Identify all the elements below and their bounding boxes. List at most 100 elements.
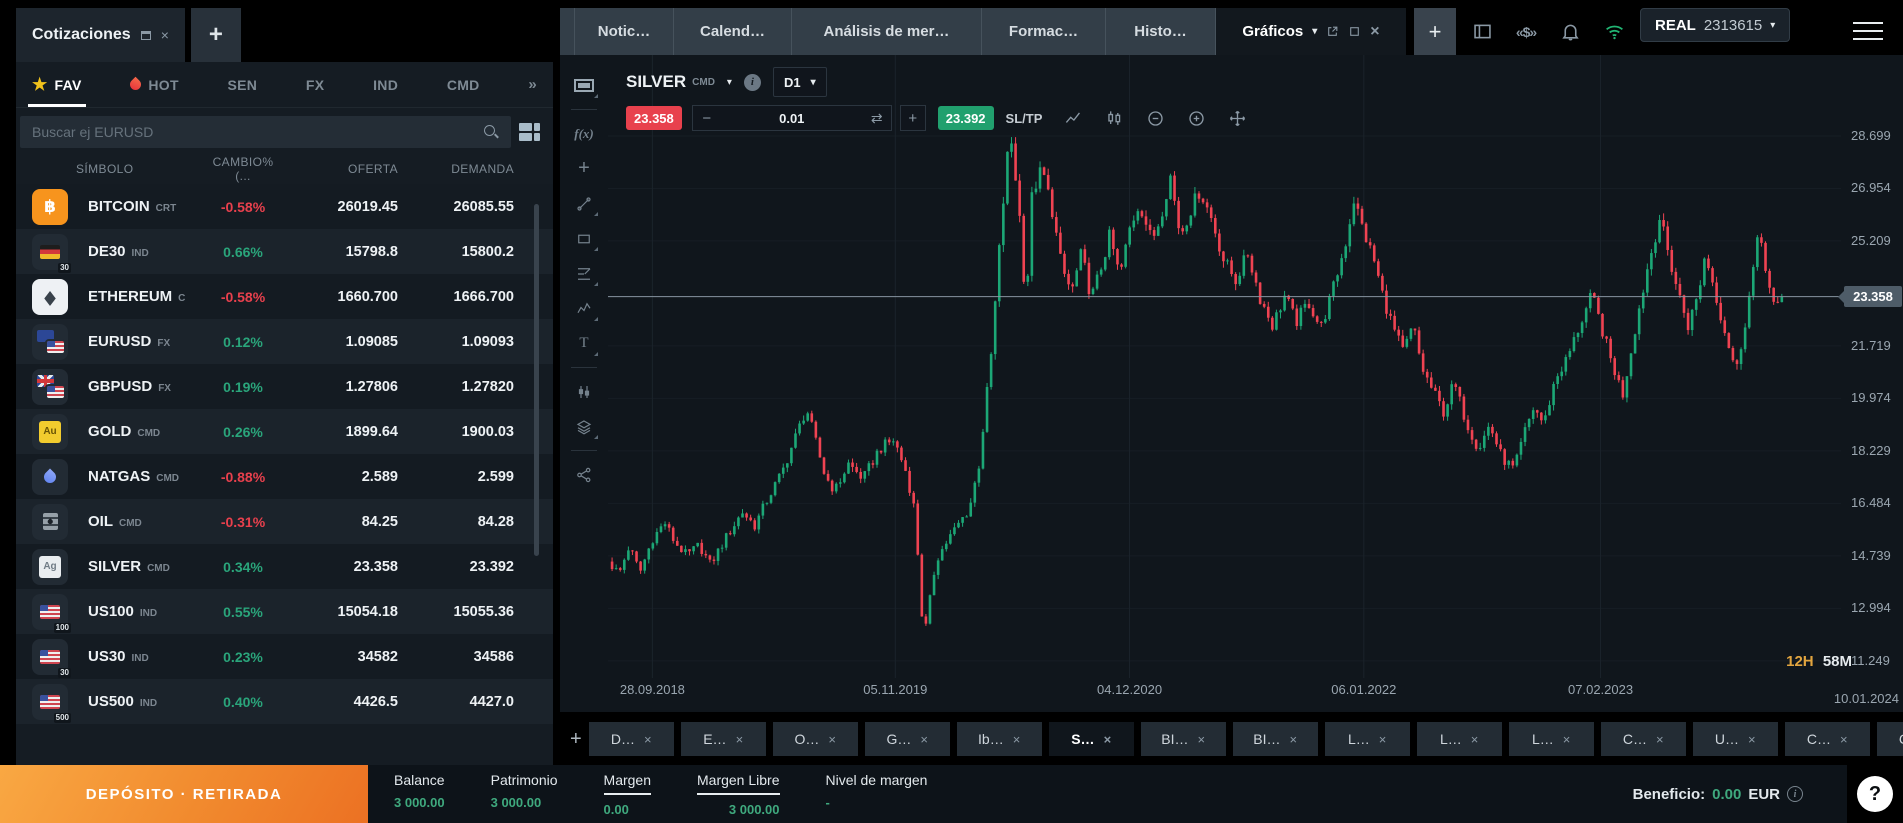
close-icon[interactable]: × [1379,732,1387,747]
quote-row-bitcoin[interactable]: ฿BITCOINCRT-0.58%26019.4526085.55 [16,184,553,229]
quote-row-natgas[interactable]: NATGASCMD-0.88%2.5892.599 [16,454,553,499]
bid-price[interactable]: 1899.64 [280,424,406,440]
ask-price[interactable]: 1.09093 [406,334,522,350]
chart-tab-10[interactable]: L…× [1509,722,1594,756]
trend-line-icon[interactable] [567,187,601,220]
volume-increase-button[interactable]: + [900,105,926,131]
watchlist-tab-fav[interactable]: ★FAV [32,62,82,107]
timeframe-select[interactable]: D1 ▾ [773,67,827,97]
ask-price[interactable]: 1666.700 [406,289,522,305]
quotes-window-tab[interactable]: Cotizaciones × [16,8,185,62]
watchlist-tab-cmd[interactable]: CMD [447,62,480,107]
chart-tab-9[interactable]: L…× [1417,722,1502,756]
close-icon[interactable]: × [1471,732,1479,747]
tab-graficos[interactable]: Gráficos ▾ × [1216,8,1406,55]
sltp-button[interactable]: SL/TP [1006,111,1043,126]
quote-row-gbpusd[interactable]: GBPUSDFX0.19%1.278061.27820 [16,364,553,409]
tab-anlisisdemer[interactable]: Análisis de mer… [792,8,982,55]
popout-icon[interactable] [1326,25,1339,38]
deposit-withdraw-button[interactable]: DEPÓSITO · RETIRADA [0,765,368,823]
buy-button[interactable]: 23.392 [938,106,994,130]
bid-price[interactable]: 1.09085 [280,334,406,350]
volume-decrease-button[interactable]: − [693,110,721,127]
quote-row-ethereum[interactable]: ◆ETHEREUMC-0.58%1660.7001666.700 [16,274,553,319]
ask-price[interactable]: 26085.55 [406,199,522,215]
instrument-info-icon[interactable]: i [744,74,761,91]
close-icon[interactable]: × [1748,732,1756,747]
bid-price[interactable]: 15054.18 [280,604,406,620]
watchlist-tab-more[interactable]: » [528,62,537,107]
chart-style-icon[interactable] [567,69,601,102]
ask-price[interactable]: 1900.03 [406,424,522,440]
tab-notic[interactable]: Notic… [574,8,674,55]
quotes-scrollbar[interactable] [534,204,539,556]
chart-tab-5[interactable]: S…× [1049,722,1134,756]
grid-view-icon[interactable] [519,123,541,141]
bid-price[interactable]: 15798.8 [280,244,406,260]
layers-icon[interactable] [567,410,601,443]
close-icon[interactable]: × [1370,23,1379,41]
account-selector[interactable]: REAL 2313615 ▾ [1640,8,1790,42]
tab-histo[interactable]: Histo… [1106,8,1216,55]
ask-price[interactable]: 2.599 [406,469,522,485]
chart-tab-0[interactable]: D…× [589,722,674,756]
quote-row-us500[interactable]: 500US500IND0.40%4426.54427.0 [16,679,553,724]
zoom-out-icon[interactable] [1146,109,1165,128]
close-icon[interactable]: × [828,732,836,747]
move-icon[interactable] [1228,109,1247,128]
close-icon[interactable]: × [644,732,652,747]
zoom-in-icon[interactable] [1187,109,1206,128]
tab-formac[interactable]: Formac… [982,8,1106,55]
wifi-icon[interactable] [1602,21,1626,42]
candlestick-icon[interactable] [1105,109,1124,128]
close-icon[interactable]: × [1840,732,1848,747]
info-icon[interactable]: i [1787,786,1803,802]
close-icon[interactable]: × [1198,732,1206,747]
text-tool-icon[interactable]: T [567,327,601,360]
new-window-tab-button[interactable]: + [191,8,241,62]
bid-price[interactable]: 2.589 [280,469,406,485]
chart-tab-8[interactable]: L…× [1325,722,1410,756]
candlestick-chart[interactable] [608,55,1841,678]
shapes-icon[interactable] [567,222,601,255]
ask-price[interactable]: 84.28 [406,514,522,530]
ask-price[interactable]: 15055.36 [406,604,522,620]
bid-price[interactable]: 1.27806 [280,379,406,395]
menu-icon[interactable] [1853,22,1883,40]
chart-tab-13[interactable]: C…× [1785,722,1870,756]
chart-tab-3[interactable]: G…× [865,722,950,756]
ask-price[interactable]: 34586 [406,649,522,665]
close-icon[interactable]: × [736,732,744,747]
quote-row-us30[interactable]: 30US30IND0.23%3458234586 [16,634,553,679]
quote-row-us100[interactable]: 100US100IND0.55%15054.1815055.36 [16,589,553,634]
chart-symbol[interactable]: SILVER [626,72,686,92]
chevron-down-icon[interactable]: ▾ [727,77,732,88]
watchlist-tab-sen[interactable]: SEN [228,62,258,107]
add-workspace-tab-button[interactable]: + [1414,8,1456,55]
close-icon[interactable]: × [161,27,169,43]
ask-price[interactable]: 15800.2 [406,244,522,260]
watchlist-tab-fx[interactable]: FX [306,62,325,107]
chart-tab-7[interactable]: BI…× [1233,722,1318,756]
switch-units-icon[interactable]: ⇄ [863,110,891,127]
chart-tab-14[interactable]: C…× [1877,722,1903,756]
elliott-waves-icon[interactable] [567,292,601,325]
bid-price[interactable]: 84.25 [280,514,406,530]
bid-price[interactable]: 26019.45 [280,199,406,215]
tab-calend[interactable]: Calend… [674,8,792,55]
add-chart-tab-button[interactable]: + [570,722,582,756]
close-icon[interactable]: × [920,732,928,747]
chart-tab-4[interactable]: Ib…× [957,722,1042,756]
bid-price[interactable]: 23.358 [280,559,406,575]
chart-tab-1[interactable]: E…× [681,722,766,756]
ask-price[interactable]: 4427.0 [406,694,522,710]
close-icon[interactable]: × [1013,732,1021,747]
maximize-icon[interactable] [141,31,151,40]
watchlist-tab-hot[interactable]: HOT [130,62,178,107]
ask-price[interactable]: 23.392 [406,559,522,575]
bid-price[interactable]: 4426.5 [280,694,406,710]
watchlist-tab-ind[interactable]: IND [373,62,398,107]
time-axis[interactable]: 28.09.201805.11.201904.12.202006.01.2022… [608,678,1841,712]
quote-row-silver[interactable]: AgSILVERCMD0.34%23.35823.392 [16,544,553,589]
price-axis[interactable]: 28.69926.95425.20921.71919.97418.22916.4… [1841,55,1903,678]
